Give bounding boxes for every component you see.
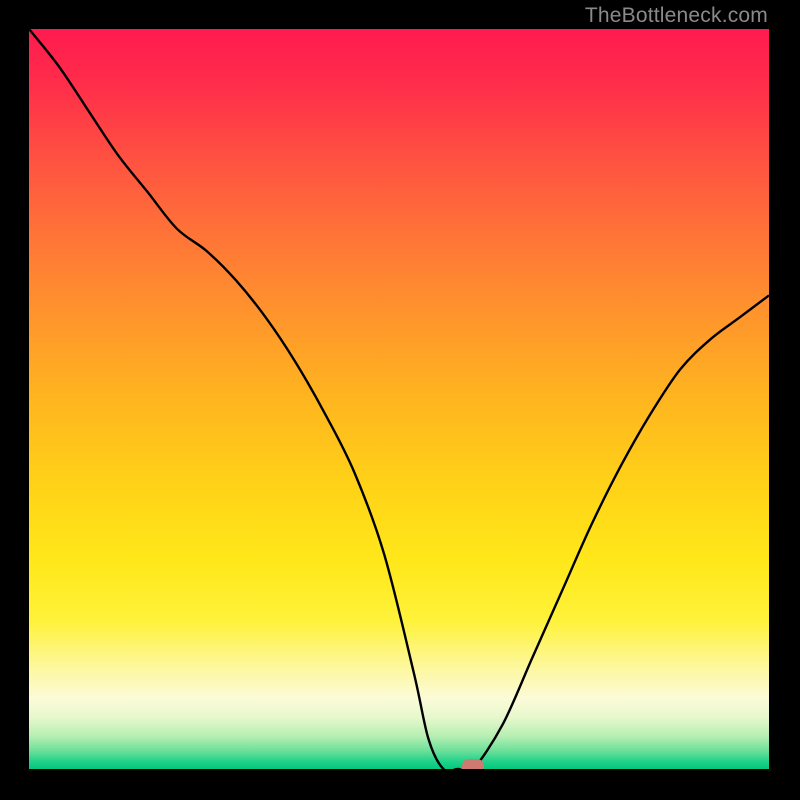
optimal-point-marker — [462, 759, 484, 769]
chart-frame: TheBottleneck.com — [0, 0, 800, 800]
bottleneck-curve — [29, 29, 769, 769]
plot-area — [29, 29, 769, 769]
curve-layer — [29, 29, 769, 769]
watermark-text: TheBottleneck.com — [585, 4, 768, 28]
